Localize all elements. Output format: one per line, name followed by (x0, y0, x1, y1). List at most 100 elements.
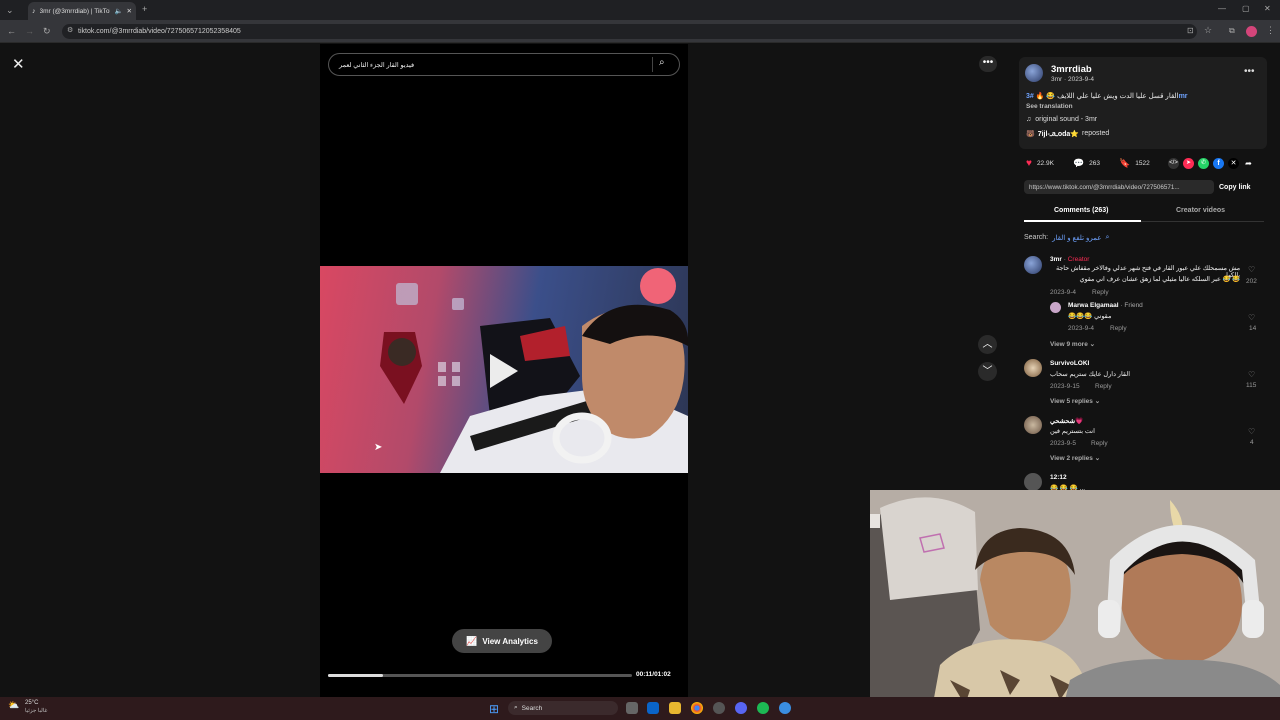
reply-text: 😂😂😂 مقوني (1068, 313, 1112, 320)
comment-like-icon[interactable]: ♡ (1248, 265, 1255, 274)
comment-bubble-icon[interactable]: 💬 (1073, 158, 1084, 169)
tab-creator-videos[interactable]: Creator videos (1176, 207, 1225, 214)
bookmark-icon[interactable]: 🔖 (1119, 158, 1130, 169)
task-view-icon[interactable] (626, 702, 638, 714)
reply-button[interactable]: Reply (1095, 383, 1112, 390)
back-icon[interactable]: ← (7, 26, 16, 36)
post-menu-icon[interactable]: ••• (1244, 66, 1255, 77)
comment-avatar[interactable] (1024, 359, 1042, 377)
extensions-icon[interactable]: ⧉ (1229, 26, 1235, 36)
post-link-field[interactable]: https://www.tiktok.com/@3mrrdiab/video/7… (1024, 180, 1214, 194)
comment-like-icon[interactable]: ♡ (1248, 370, 1255, 379)
post-link-text: https://www.tiktok.com/@3mrrdiab/video/7… (1029, 183, 1180, 191)
windows-start-icon[interactable]: ⊞ (489, 702, 499, 716)
install-icon[interactable]: ⊡ (1187, 26, 1194, 35)
reply-avatar[interactable] (1050, 302, 1061, 313)
view-replies[interactable]: View 2 replies ⌄ (1050, 454, 1100, 462)
tab-audio-icon[interactable]: 🔈 (114, 7, 122, 15)
discord-icon[interactable] (735, 702, 747, 714)
comment-search-hint[interactable]: Search: عمرو تلفع و القار ⌕ (1024, 234, 1109, 242)
webcam-overlay (870, 490, 1280, 720)
spotify-icon[interactable] (757, 702, 769, 714)
author-name[interactable]: 3mrrdiab (1051, 64, 1092, 75)
copy-link-button[interactable]: Copy link (1219, 184, 1251, 191)
taskbar-search[interactable]: ⌕ Search (508, 701, 618, 715)
comment-user[interactable]: 3mr (1050, 256, 1062, 263)
comment-user[interactable]: شحشحي💗 (1050, 417, 1083, 425)
weather-temp: 25°C (25, 700, 39, 706)
comment-avatar[interactable] (1024, 416, 1042, 434)
comment-like-icon[interactable]: ♡ (1248, 427, 1255, 436)
reply-reply-button[interactable]: Reply (1110, 325, 1127, 332)
post-caption: القار قسل عليا الدت ويش عليا علي اللايف … (1026, 92, 1188, 100)
close-window-icon[interactable]: ✕ (1264, 4, 1271, 13)
play-icon[interactable] (490, 354, 518, 388)
bookmark-star-icon[interactable]: ☆ (1204, 25, 1212, 36)
outlook-icon[interactable] (647, 702, 659, 714)
address-bar[interactable]: tiktok.com/@3mrrdiab/video/7275065712052… (62, 24, 1197, 39)
browser-tab[interactable]: ♪ 3mr (@3mrrdiab) | TikTok 🔈 ✕ (28, 2, 136, 20)
file-explorer-icon[interactable] (669, 702, 681, 714)
reply-like-icon[interactable]: ♡ (1248, 313, 1255, 322)
comment-avatar[interactable] (1024, 256, 1042, 274)
view-analytics-button[interactable]: 📈 View Analytics (452, 629, 552, 653)
reposted-label: reposted (1081, 130, 1110, 137)
view-replies[interactable]: View 5 replies ⌄ (1050, 397, 1100, 405)
comment-header: 3mr · Creator (1050, 256, 1090, 263)
comment-user[interactable]: SurvivoLOKI (1050, 360, 1089, 367)
view-more-replies[interactable]: View 9 more ⌄ (1050, 340, 1095, 348)
forward-icon[interactable]: → (25, 26, 34, 36)
tab-list-icon[interactable]: ⌄ (6, 5, 14, 16)
reload-icon[interactable]: ↻ (43, 26, 51, 37)
reply-date: 2023-9-4 (1068, 325, 1095, 332)
reply-like-count: 14 (1249, 325, 1257, 332)
site-info-icon[interactable]: ⚙ (67, 26, 73, 34)
like-heart-icon[interactable]: ♥ (1026, 158, 1032, 169)
chrome-icon[interactable] (691, 702, 703, 714)
see-translation-link[interactable]: See translation (1026, 103, 1073, 110)
facebook-icon[interactable]: f (1213, 158, 1224, 169)
comment-like-count: 115 (1246, 382, 1257, 389)
next-video-icon[interactable]: ﹀ (978, 362, 997, 381)
close-player-icon[interactable]: ✕ (12, 55, 25, 73)
engagement-row: ♥ 22.9K 💬 263 🔖 1522 (1026, 158, 1150, 169)
reposted-by[interactable]: 7ijl-ـaـoda⭐ (1038, 130, 1079, 138)
embed-icon[interactable]: </> (1168, 158, 1179, 169)
tab-close-icon[interactable]: ✕ (127, 7, 132, 15)
browser-menu-icon[interactable]: ⋮ (1266, 25, 1275, 36)
view-replies-label: View 5 replies (1050, 398, 1093, 405)
reply-user[interactable]: Marwa Elgamaal (1068, 302, 1119, 309)
comment-user[interactable]: 12:12 (1050, 474, 1067, 481)
send-to-friends-icon[interactable]: ➤ (1183, 158, 1194, 169)
app-icon[interactable] (713, 702, 725, 714)
maximize-icon[interactable]: ▢ (1242, 4, 1250, 13)
minimize-icon[interactable]: — (1218, 4, 1226, 13)
playback-time: 00:11/01:02 (636, 671, 671, 678)
app-icon-2[interactable] (779, 702, 791, 714)
author-avatar[interactable] (1025, 64, 1043, 82)
weather-text: غالبا جزئيا (25, 708, 48, 714)
tab-comments[interactable]: Comments (263) (1054, 207, 1108, 214)
profile-avatar[interactable] (1246, 26, 1257, 37)
repost-line: 🐻 7ijl-ـaـoda⭐ reposted (1026, 130, 1109, 138)
weather-icon[interactable]: ⛅ (8, 700, 19, 711)
comment-date: 2023-9-4 (1050, 289, 1077, 296)
new-tab-icon[interactable]: + (142, 4, 147, 14)
reply-button[interactable]: Reply (1092, 289, 1109, 296)
whatsapp-icon[interactable]: ✆ (1198, 158, 1209, 169)
search-divider (652, 57, 653, 72)
share-arrow-icon[interactable]: ➦ (1243, 158, 1254, 169)
search-hint-label: Search: (1024, 234, 1049, 241)
comment-avatar[interactable] (1024, 473, 1042, 491)
more-options-icon[interactable]: ••• (979, 56, 997, 72)
video-search-input[interactable]: ⌕ فيديو القار الجزء الثاني لعمر (328, 53, 680, 76)
creator-tag: Creator (1067, 256, 1090, 263)
search-icon[interactable]: ⌕ (659, 57, 665, 68)
previous-video-icon[interactable]: ︿ (978, 335, 997, 354)
x-share-icon[interactable]: ✕ (1228, 158, 1239, 169)
sound-link[interactable]: ♫ original sound - 3mr (1026, 116, 1097, 123)
view-replies-label: View 2 replies (1050, 455, 1093, 462)
taskbar-search-icon: ⌕ (514, 704, 518, 711)
reply-button[interactable]: Reply (1091, 440, 1108, 447)
like-count: 22.9K (1036, 160, 1054, 167)
